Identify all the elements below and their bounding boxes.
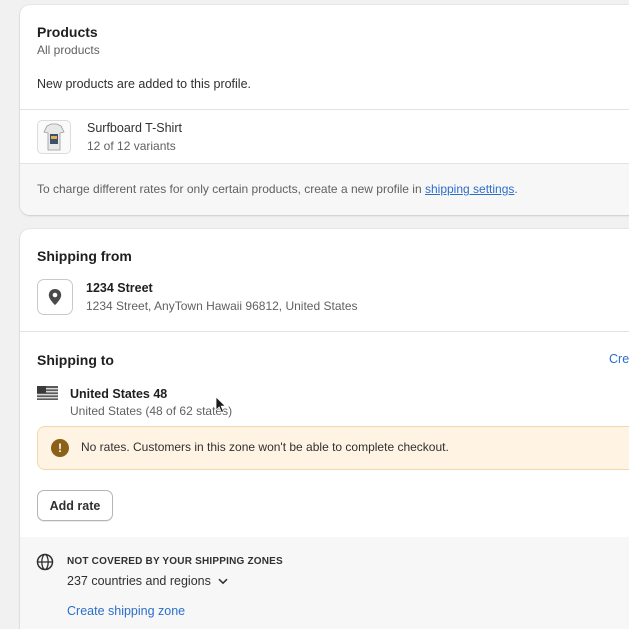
warning-text: No rates. Customers in this zone won't b… — [81, 440, 449, 454]
no-rates-warning-banner: ! No rates. Customers in this zone won't… — [37, 426, 629, 470]
location-address: 1234 Street, AnyTown Hawaii 96812, Unite… — [86, 299, 358, 313]
divider — [20, 331, 629, 332]
globe-icon — [36, 553, 54, 571]
add-rate-button[interactable]: Add rate — [37, 490, 113, 521]
products-footer-text: To charge different rates for only certa… — [37, 182, 518, 196]
location-name: 1234 Street — [86, 281, 153, 295]
not-covered-count: 237 countries and regions — [67, 574, 211, 588]
shipping-from-title: Shipping from — [37, 248, 132, 264]
shipping-settings-link[interactable]: shipping settings — [425, 182, 514, 196]
alert-icon: ! — [51, 439, 69, 457]
shipping-zones-card: Shipping from 1234 Street 1234 Street, A… — [20, 229, 629, 629]
shipping-to-title: Shipping to — [37, 352, 114, 368]
product-variants: 12 of 12 variants — [87, 139, 176, 153]
chevron-down-icon — [218, 578, 228, 585]
us-flag-icon — [37, 386, 58, 400]
product-thumbnail-icon — [37, 120, 71, 154]
products-note: New products are added to this profile. — [37, 77, 252, 91]
not-covered-section: NOT COVERED BY YOUR SHIPPING ZONES 237 c… — [20, 537, 629, 629]
zone-name[interactable]: United States 48 — [70, 387, 167, 401]
not-covered-heading: NOT COVERED BY YOUR SHIPPING ZONES — [67, 556, 283, 567]
shipping-profile-page: Products All products New products are a… — [0, 0, 629, 629]
products-title: Products — [37, 24, 98, 40]
mouse-cursor-icon — [215, 396, 227, 414]
create-zone-link-top[interactable]: Cre — [609, 352, 629, 366]
create-shipping-zone-link[interactable]: Create shipping zone — [67, 604, 185, 618]
product-name: Surfboard T-Shirt — [87, 121, 182, 135]
products-subtitle: All products — [37, 43, 100, 57]
not-covered-count-toggle[interactable]: 237 countries and regions — [67, 574, 228, 588]
divider — [20, 109, 629, 110]
location-pin-icon — [37, 279, 73, 315]
products-footer: To charge different rates for only certa… — [20, 164, 629, 215]
zone-detail: United States (48 of 62 states) — [70, 404, 233, 418]
products-card: Products All products New products are a… — [20, 5, 629, 215]
